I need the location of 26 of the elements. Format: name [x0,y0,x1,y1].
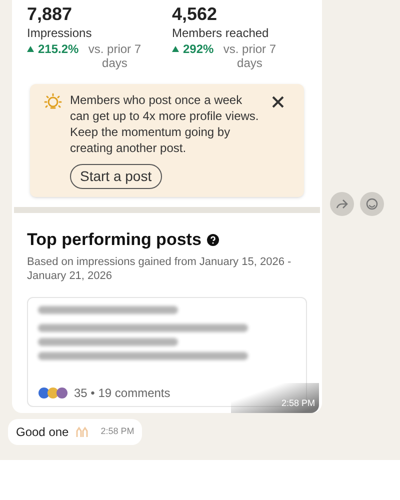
reply-time: 2:58 PM [100,424,134,438]
engagement-text: 35 • 19 comments [74,384,170,402]
reply-text: Good one [16,424,69,440]
forward-button[interactable] [330,192,354,216]
stat-change: 292% [183,42,214,56]
share-arrow-icon [336,199,348,209]
stat-comparison: vs. prior 7 days [222,42,278,70]
react-button[interactable] [360,192,384,216]
stat-label: Impressions [27,25,93,42]
stat-value: 4,562 [172,4,218,24]
up-triangle-icon [27,46,34,52]
close-icon[interactable] [272,96,284,108]
section-title: Top performing posts [27,229,202,251]
stat-change: 215.2% [38,42,79,56]
reactions-icon [38,386,70,398]
up-triangle-icon [172,46,179,52]
stat-label: Members reached [172,25,270,42]
help-icon[interactable] [207,234,220,246]
stat-value: 7,887 [27,4,74,24]
message-time: 2:58 PM [231,383,319,412]
smiley-icon [366,198,378,210]
start-post-button[interactable]: Start a post [70,164,162,189]
tip-text: Members who post once a week can get up to 4x more profile views. Keep the momentum going by creating another post. [70,92,260,156]
raised-hands-icon [74,426,89,438]
section-subtitle: Based on impressions gained from January 15, 2026 - January 21, 2026 [27,254,292,282]
stat-comparison: vs. prior 7 days [87,42,142,70]
